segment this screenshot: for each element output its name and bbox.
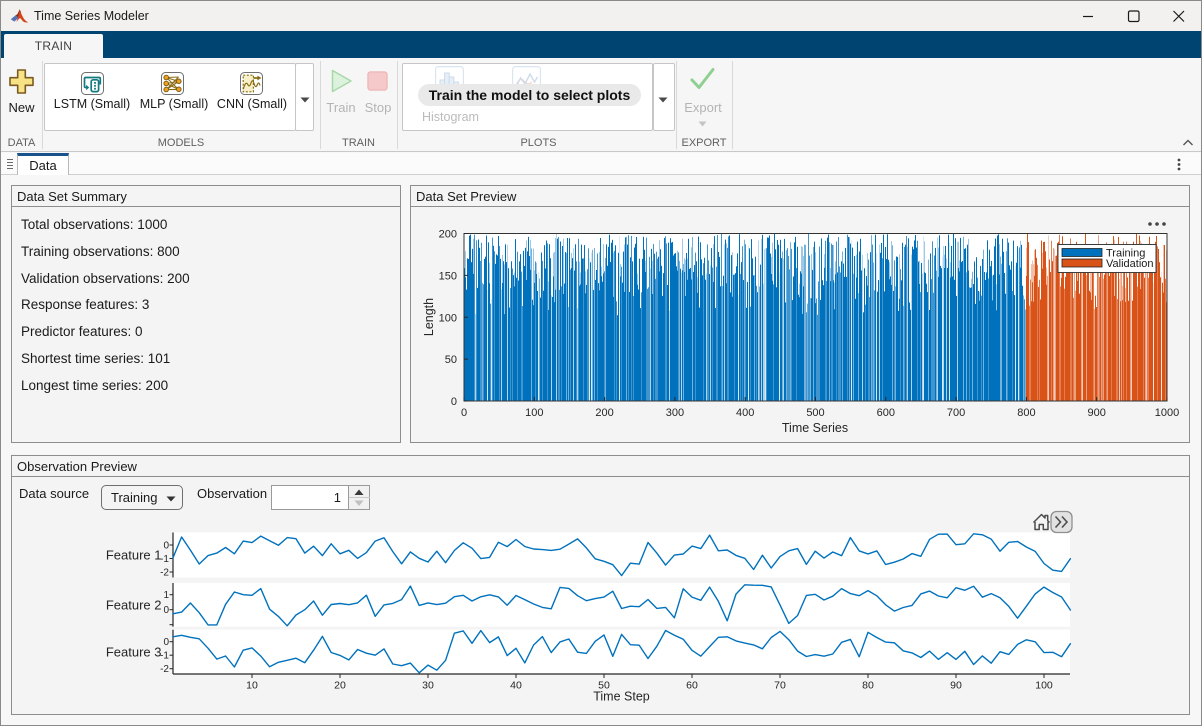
- svg-text:60: 60: [686, 680, 698, 692]
- svg-text:Time Series: Time Series: [782, 421, 848, 435]
- svg-text:70: 70: [774, 680, 786, 692]
- svg-text:0: 0: [163, 541, 169, 552]
- svg-text:150: 150: [439, 270, 457, 282]
- svg-text:400: 400: [736, 407, 754, 419]
- svg-text:800: 800: [1017, 407, 1035, 419]
- svg-text:0: 0: [461, 407, 467, 419]
- svg-text:200: 200: [595, 407, 613, 419]
- svg-text:Length: Length: [422, 298, 436, 336]
- svg-text:0: 0: [163, 605, 169, 616]
- svg-text:600: 600: [877, 407, 895, 419]
- svg-text:30: 30: [422, 680, 434, 692]
- svg-text:1000: 1000: [1155, 407, 1179, 419]
- svg-text:Feature 3: Feature 3: [106, 644, 162, 659]
- svg-text:500: 500: [806, 407, 824, 419]
- svg-text:300: 300: [666, 407, 684, 419]
- svg-text:900: 900: [1088, 407, 1106, 419]
- svg-text:0: 0: [451, 396, 457, 408]
- svg-text:-2: -2: [160, 568, 169, 579]
- svg-text:100: 100: [1035, 680, 1053, 692]
- svg-text:0: 0: [163, 637, 169, 648]
- svg-text:100: 100: [525, 407, 543, 419]
- svg-text:20: 20: [334, 680, 346, 692]
- svg-text:Feature 1: Feature 1: [106, 548, 162, 563]
- svg-text:1: 1: [163, 590, 169, 601]
- svg-text:700: 700: [947, 407, 965, 419]
- svg-text:100: 100: [439, 312, 457, 324]
- svg-text:40: 40: [510, 680, 522, 692]
- svg-text:200: 200: [439, 229, 457, 241]
- svg-text:90: 90: [950, 680, 962, 692]
- svg-text:Time Step: Time Step: [593, 690, 650, 704]
- svg-text:Feature 2: Feature 2: [106, 597, 162, 612]
- svg-text:-2: -2: [160, 664, 169, 675]
- svg-text:80: 80: [862, 680, 874, 692]
- svg-text:10: 10: [246, 680, 258, 692]
- svg-text:50: 50: [445, 354, 457, 366]
- svg-text:Validation: Validation: [1106, 258, 1154, 270]
